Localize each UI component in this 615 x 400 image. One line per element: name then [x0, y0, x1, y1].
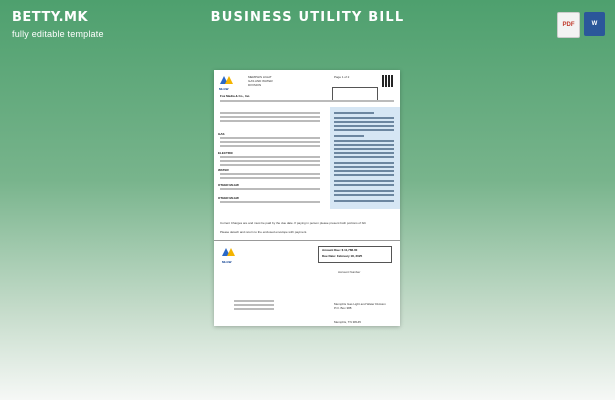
payment-notice: Current Charges are and must be paid by … [220, 221, 367, 225]
text-line [220, 141, 320, 143]
text-line [220, 188, 320, 190]
account-number-label: Account Number [338, 270, 361, 274]
brand-tagline: fully editable template [12, 29, 104, 39]
section-other-2: OTHER MLGW [218, 196, 239, 200]
section-water: WATER [218, 168, 229, 172]
divider [220, 100, 394, 102]
company-line-3: DIVISION [248, 83, 262, 87]
text-line [220, 173, 320, 175]
text-line [220, 112, 320, 114]
remit-line-3: Memphis, TN 38145 [334, 320, 361, 324]
section-other-1: OTHER MLGW [218, 183, 239, 187]
stub-logo-icon [222, 248, 236, 258]
text-line [220, 116, 320, 118]
payment-terms: Please detach and return to the enclosed… [220, 230, 308, 234]
address-line [234, 300, 274, 302]
due-date: Due Date: February 18, 2025 [322, 254, 363, 258]
address-line [234, 304, 274, 306]
text-line [220, 156, 320, 158]
word-label: W [591, 21, 598, 27]
address-line [234, 308, 274, 310]
word-file-icon[interactable]: W [584, 12, 605, 36]
pdf-file-icon[interactable]: PDF [557, 12, 580, 38]
customer-name: Fox Media & Co., Inc. [220, 94, 251, 98]
company-logo-icon [220, 76, 234, 86]
stub-company-abbr: MLGW [222, 260, 232, 264]
tear-line [214, 240, 400, 241]
text-line [220, 137, 320, 139]
company-abbr: MLGW [219, 87, 229, 91]
section-gas: GAS [218, 132, 225, 136]
page-number: Page 1 of 2 [334, 75, 350, 79]
amount-due: Amount Due: $ 11,786.00 [322, 248, 358, 252]
text-line [220, 201, 320, 203]
account-summary-panel [330, 107, 400, 209]
statement-box [332, 87, 378, 101]
qr-code-icon [382, 75, 394, 87]
stage: BETTY.MK fully editable template BUSINES… [0, 0, 615, 400]
pdf-label: PDF [562, 22, 575, 28]
text-line [220, 145, 320, 147]
page-title: BUSINESS UTILITY BILL [210, 10, 405, 25]
text-line [220, 160, 320, 162]
text-line [220, 177, 320, 179]
section-electric: ELECTRIC [218, 151, 233, 155]
remit-line-2: P.O. Box 388 [334, 306, 352, 310]
text-line [220, 164, 320, 166]
download-icons: PDF W [557, 12, 605, 38]
text-line [220, 120, 320, 122]
